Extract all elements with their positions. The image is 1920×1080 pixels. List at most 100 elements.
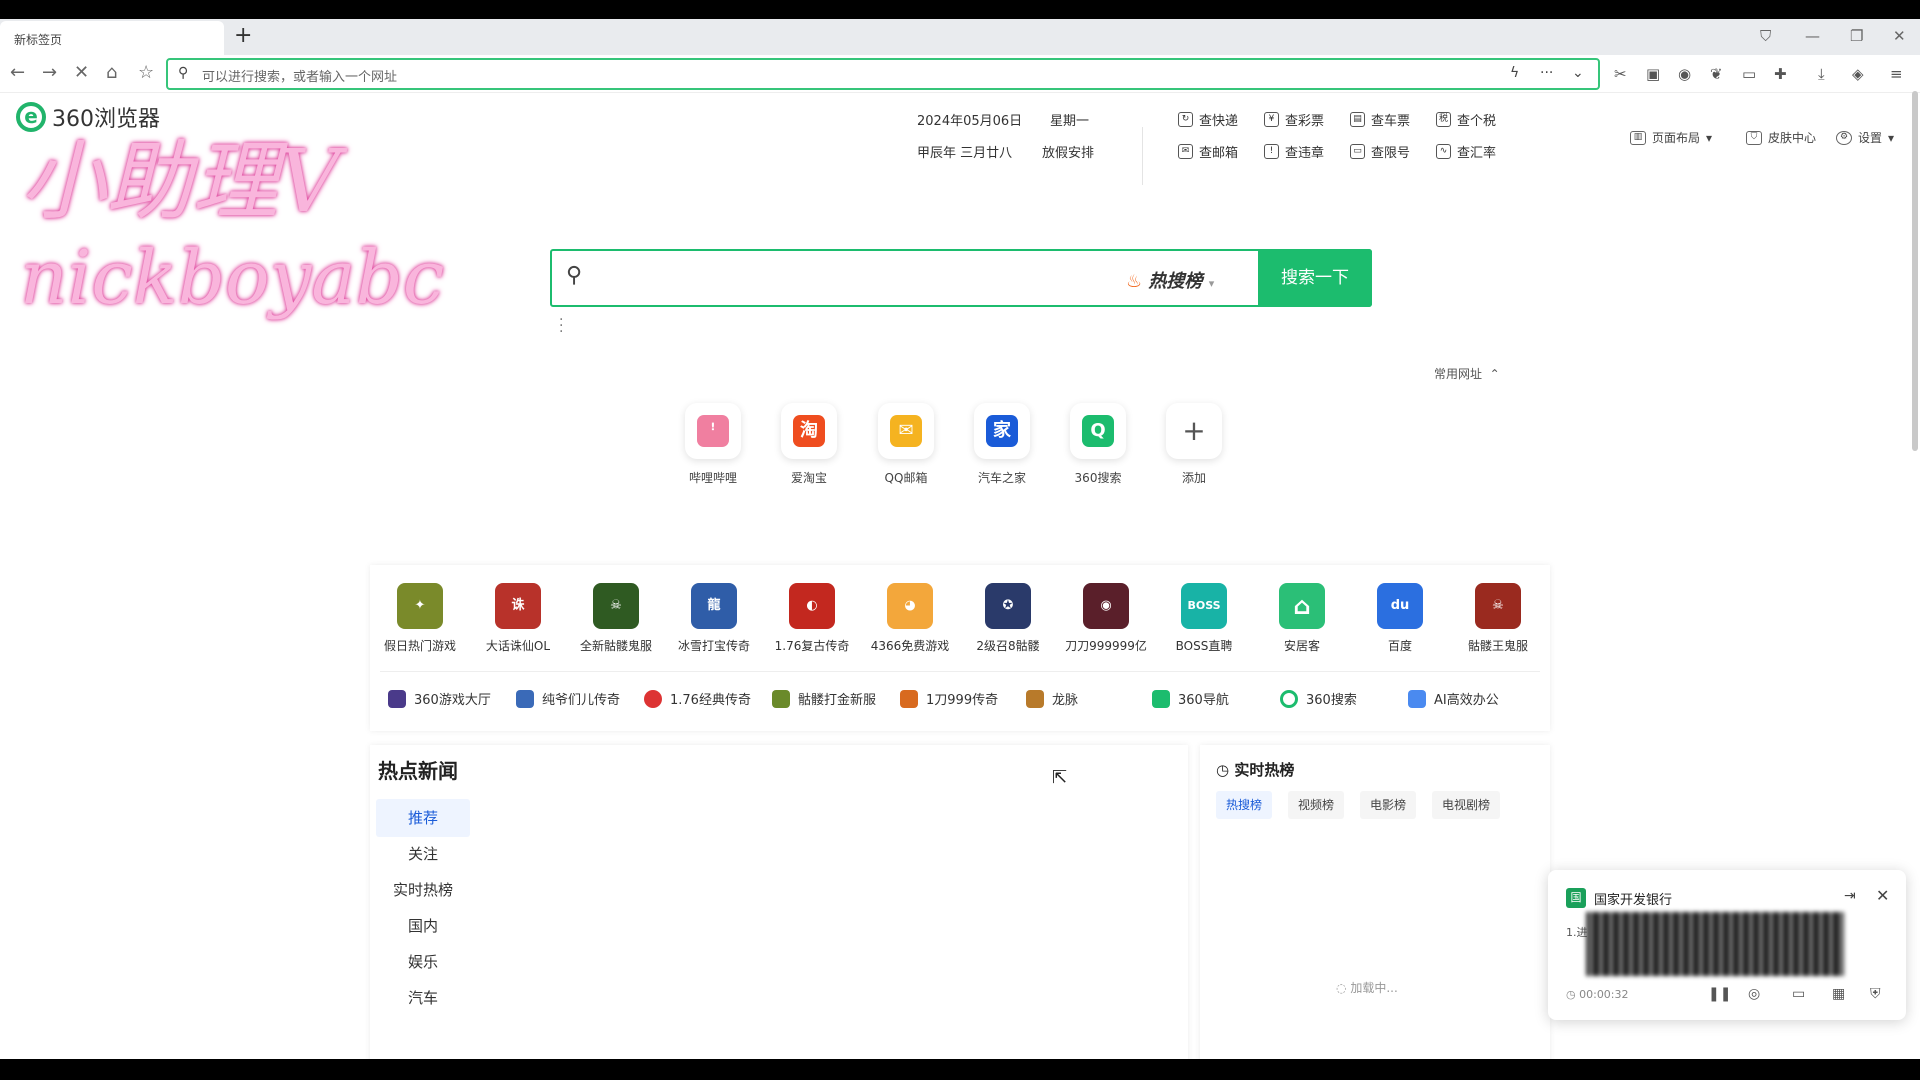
service-plate[interactable]: ▭ 查限号 [1350, 142, 1410, 161]
favorites-icon[interactable]: ☆ [138, 63, 154, 83]
service-lottery[interactable]: ¥ 查彩票 [1264, 110, 1324, 129]
game-label: 全新骷髅鬼服 [579, 639, 652, 653]
game-item[interactable]: ✪ 2级召8骷髅 [960, 583, 1056, 654]
shortcut-add[interactable]: + 添加 [1146, 403, 1242, 486]
more-icon[interactable]: ··· [1540, 65, 1553, 81]
pause-icon[interactable]: ❚❚ [1708, 986, 1731, 1002]
caption-icon[interactable]: ▭ [1792, 986, 1805, 1002]
shortcut-qqmail[interactable]: ✉ QQ邮箱 [858, 403, 954, 486]
hot-tab-tv[interactable]: 电视剧榜 [1432, 791, 1501, 819]
game-item[interactable]: ◉ 刀刀999999亿 [1058, 583, 1154, 654]
game-item[interactable]: BOSS BOSS直聘 [1156, 583, 1252, 654]
scissors-icon[interactable]: ✂ [1614, 65, 1627, 83]
search-button[interactable]: 搜索一下 [1258, 249, 1372, 307]
game-item[interactable]: ☠ 全新骷髅鬼服 [568, 583, 664, 654]
skin-center-button[interactable]: ⛉ 皮肤中心 [1746, 129, 1816, 146]
puzzle-icon[interactable]: ✚ [1774, 65, 1787, 83]
common-sites-toggle[interactable]: 常用网址 ⌃ [1434, 365, 1500, 382]
logo[interactable]: e 360浏览器 [16, 101, 160, 133]
close-icon[interactable]: ✕ [1876, 886, 1889, 905]
service-ticket[interactable]: ▤ 查车票 [1350, 110, 1410, 129]
service-tax[interactable]: 税查个税 [1436, 110, 1496, 129]
game-label: 刀刀999999亿 [1065, 639, 1147, 653]
hot-search-dropdown[interactable]: ♨ 热搜榜 ▾ [1126, 267, 1214, 293]
pin-icon[interactable]: ⇥ [1844, 888, 1856, 904]
spinner-icon: ◌ [1336, 981, 1347, 995]
service-express[interactable]: ↻ 查快递 [1178, 110, 1238, 129]
game-link[interactable]: 360游戏大厅 [388, 689, 491, 708]
shield-icon[interactable]: ⛨ [1870, 986, 1881, 1002]
game-item[interactable]: ☠ 骷髅王鬼服 [1450, 583, 1546, 654]
menu-icon[interactable]: ≡ [1890, 65, 1903, 83]
game-link[interactable]: 骷髅打金新服 [772, 689, 876, 708]
more-vertical-icon[interactable]: · · · [559, 313, 563, 339]
game-link[interactable]: 1刀999传奇 [900, 689, 998, 708]
game-item[interactable]: ◕ 4366免费游戏 [862, 583, 958, 654]
sidebar-icon[interactable]: ▭ [1742, 65, 1756, 83]
download-icon[interactable]: ⤓ [1818, 65, 1825, 83]
record-icon[interactable]: ◎ [1748, 986, 1760, 1002]
pin-icon[interactable]: ⛉ [1760, 27, 1771, 45]
game-item[interactable]: ⌂ 安居客 [1254, 583, 1350, 654]
service-violation[interactable]: ! 查违章 [1264, 142, 1324, 161]
back-icon[interactable]: ← [10, 63, 25, 83]
grid-icon[interactable]: ▦ [1832, 986, 1845, 1002]
game-link[interactable]: 纯爷们儿传奇 [516, 689, 620, 708]
news-tab-domestic[interactable]: 国内 [376, 907, 470, 945]
shortcut-autohome[interactable]: 家 汽车之家 [954, 403, 1050, 486]
stop-icon[interactable]: ✕ [74, 63, 89, 83]
game-link[interactable]: 360搜索 [1280, 689, 1357, 708]
ai-icon[interactable]: ◈ [1852, 65, 1864, 83]
minimize-icon[interactable]: — [1805, 27, 1820, 45]
tab-strip: 新标签页 + ⛉ — ❐ ✕ [0, 19, 1920, 55]
shortcut-taobao[interactable]: 淘 爱淘宝 [761, 403, 857, 486]
game-link[interactable]: 龙脉 [1026, 689, 1078, 708]
scrollbar[interactable] [1912, 91, 1918, 451]
game-item[interactable]: 诛大话诛仙OL [470, 583, 566, 654]
game-link[interactable]: AI高效办公 [1408, 689, 1499, 708]
news-tab-auto[interactable]: 汽车 [376, 979, 470, 1017]
shirt-icon: ⛉ [1746, 130, 1762, 145]
game-item[interactable]: 龍冰雪打宝传奇 [666, 583, 762, 654]
service-exchange[interactable]: ∿ 查汇率 [1436, 142, 1496, 161]
game-link[interactable]: 1.76经典传奇 [644, 689, 751, 708]
game-link-icon [772, 689, 790, 708]
settings-button[interactable]: ⚙ 设置 ▾ [1836, 129, 1894, 146]
search-icon: ⚲ [178, 65, 189, 81]
game-item[interactable]: ◐ 1.76复古传奇 [764, 583, 860, 654]
lightning-icon[interactable]: ϟ [1510, 65, 1519, 81]
search-box[interactable]: ⚲ ♨ 热搜榜 ▾ 搜索一下 [550, 249, 1372, 307]
hot-tab-movie[interactable]: 电影榜 [1360, 791, 1417, 819]
train-icon: ▤ [1350, 112, 1365, 127]
forward-icon[interactable]: → [42, 63, 57, 83]
page-layout-button[interactable]: ▥ 页面布局 ▾ [1630, 129, 1712, 146]
gift-icon[interactable]: ❦ [1710, 65, 1723, 83]
date-weekday: 星期一 [1050, 114, 1090, 129]
restore-icon[interactable]: ❐ [1850, 27, 1863, 45]
shortcut-label: 汽车之家 [977, 471, 1026, 485]
extension-purple-icon[interactable]: ▣ [1646, 65, 1660, 83]
home-icon[interactable]: ⌂ [106, 63, 117, 83]
game-item[interactable]: du 百度 [1352, 583, 1448, 654]
news-tab-recommend[interactable]: 推荐 [376, 799, 470, 837]
hot-tab-search[interactable]: 热搜榜 [1216, 791, 1273, 819]
holiday-link[interactable]: 放假安排 [1042, 142, 1094, 161]
violation-icon: ! [1264, 144, 1279, 159]
notification-popup[interactable]: 国 国家开发银行 ⇥ ✕ 1.进 ◷ 00:00:32 ❚❚ ◎ ▭ ▦ ⛨ [1548, 870, 1906, 1020]
close-window-icon[interactable]: ✕ [1893, 27, 1906, 45]
chevron-down-icon[interactable]: ⌄ [1572, 65, 1584, 81]
shortcut-360search[interactable]: Q 360搜索 [1050, 403, 1146, 486]
game-link-icon [516, 689, 534, 708]
game-item[interactable]: ✦ 假日热门游戏 [372, 583, 468, 654]
news-tab-follow[interactable]: 关注 [376, 835, 470, 873]
news-tab-realtime[interactable]: 实时热榜 [376, 871, 470, 909]
address-bar[interactable]: ⚲ 可以进行搜索，或者输入一个网址 ϟ ··· ⌄ [166, 58, 1600, 90]
news-tab-entertainment[interactable]: 娱乐 [376, 943, 470, 981]
service-mail[interactable]: ✉ 查邮箱 [1178, 142, 1238, 161]
game-link[interactable]: 360导航 [1152, 689, 1229, 708]
new-tab-button[interactable]: + [234, 25, 252, 47]
tab-new-tab[interactable]: 新标签页 [0, 21, 224, 55]
game-icon[interactable]: ◉ [1678, 65, 1691, 83]
hot-tab-video[interactable]: 视频榜 [1288, 791, 1345, 819]
shortcut-bilibili[interactable]: ꜝ 哔哩哔哩 [665, 403, 761, 486]
